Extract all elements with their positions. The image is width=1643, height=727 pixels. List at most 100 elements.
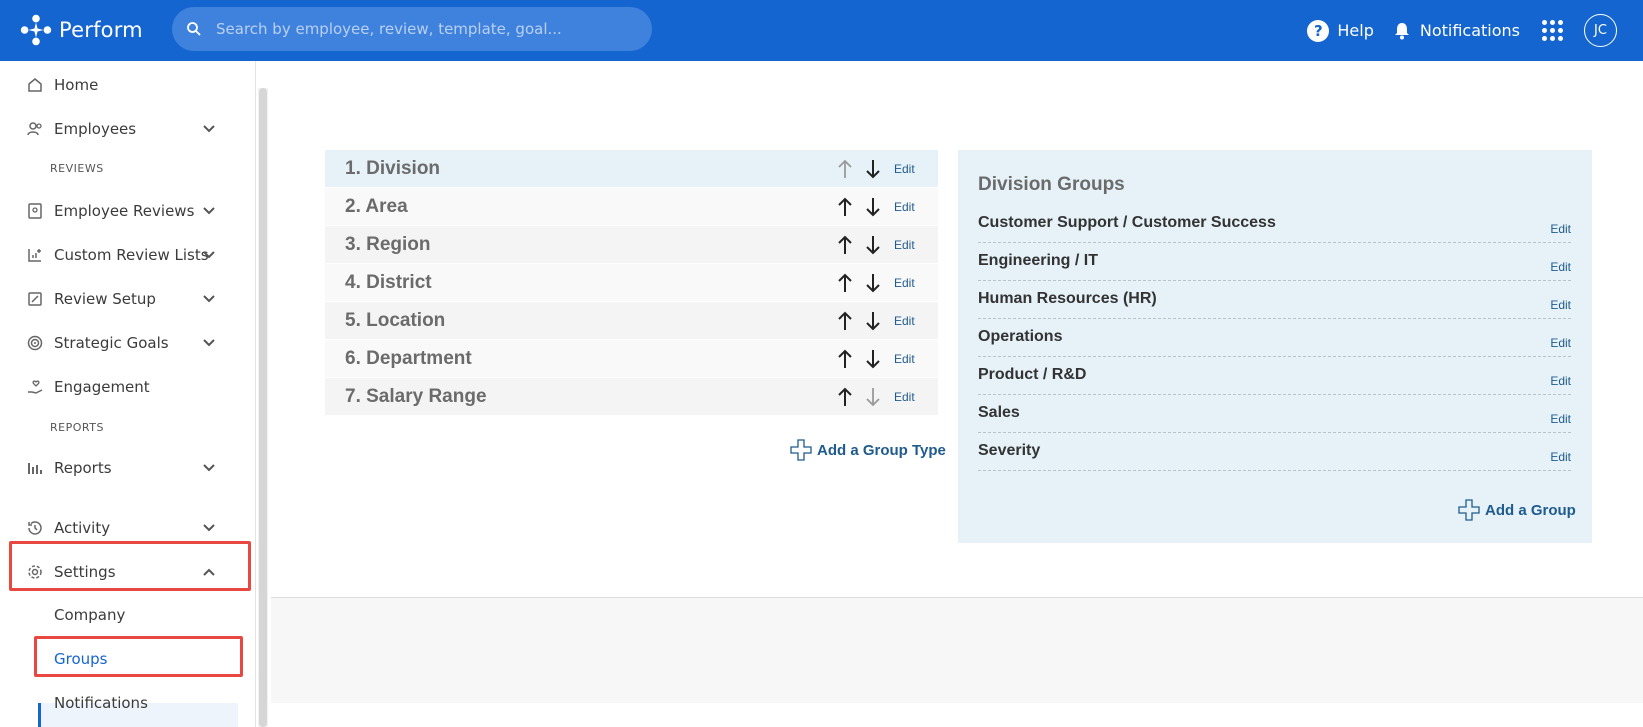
arrow-up-icon[interactable]: [836, 158, 854, 180]
main-footer-area: [271, 597, 1643, 703]
sidebar-item-employee-reviews[interactable]: Employee Reviews: [0, 191, 240, 231]
add-group-button[interactable]: Add a Group: [1457, 498, 1576, 522]
group-type-label: 3. Region: [345, 233, 431, 255]
arrow-up-icon[interactable]: [836, 386, 854, 408]
group-types-list: 1. Division Edit 2. Area Edit 3. Region …: [325, 150, 938, 416]
top-bar: Perform ? Help Notifications JC: [0, 0, 1643, 61]
group-type-label: 4. District: [345, 271, 432, 293]
sidebar-item-label: Home: [54, 76, 99, 94]
notifications-label: Notifications: [1419, 21, 1520, 40]
chevron-down-icon: [203, 207, 215, 215]
arrow-up-icon[interactable]: [836, 310, 854, 332]
division-groups-panel: Division Groups Customer Support / Custo…: [958, 150, 1592, 543]
group-item: Engineering / IT Edit: [978, 243, 1571, 281]
add-group-type-label: Add a Group Type: [817, 441, 946, 459]
search-bar[interactable]: [172, 7, 652, 51]
reviews-section-label: REVIEWS: [50, 162, 104, 175]
sidebar-item-review-setup[interactable]: Review Setup: [0, 279, 240, 319]
arrow-down-icon[interactable]: [864, 158, 882, 180]
sidebar-item-employees[interactable]: Employees: [0, 109, 240, 149]
group-edit-link[interactable]: Edit: [1550, 298, 1571, 312]
group-type-label: 7. Salary Range: [345, 385, 487, 407]
sidebar-item-label: Strategic Goals: [54, 334, 169, 352]
apps-grid-icon[interactable]: [1542, 19, 1564, 42]
group-type-row[interactable]: 7. Salary Range Edit: [325, 378, 938, 416]
group-edit-link[interactable]: Edit: [1550, 260, 1571, 274]
sidebar-scrollbar-thumb[interactable]: [259, 88, 267, 727]
arrow-down-icon[interactable]: [864, 386, 882, 408]
chevron-down-icon: [203, 295, 215, 303]
reports-section-label: REPORTS: [50, 421, 104, 434]
sidebar-item-label: Activity: [54, 519, 111, 537]
arrow-up-icon[interactable]: [836, 234, 854, 256]
chevron-down-icon: [203, 125, 215, 133]
sidebar-sub-item-company[interactable]: Company: [54, 606, 125, 624]
group-edit-link[interactable]: Edit: [1550, 336, 1571, 350]
arrow-down-icon[interactable]: [864, 196, 882, 218]
group-type-row[interactable]: 3. Region Edit: [325, 226, 938, 264]
arrow-down-icon[interactable]: [864, 234, 882, 256]
perform-logo[interactable]: Perform: [17, 10, 143, 50]
sidebar-item-reports[interactable]: Reports: [0, 448, 240, 488]
arrow-down-icon[interactable]: [864, 272, 882, 294]
sidebar-item-strategic-goals[interactable]: Strategic Goals: [0, 323, 240, 363]
group-type-label: 1. Division: [345, 157, 441, 179]
add-group-type-button[interactable]: Add a Group Type: [789, 438, 946, 462]
plus-icon: [790, 439, 812, 461]
group-edit-link[interactable]: Edit: [1550, 450, 1571, 464]
group-name: Product / R&D: [978, 366, 1087, 383]
group-item: Product / R&D Edit: [978, 357, 1571, 395]
arrow-down-icon[interactable]: [864, 348, 882, 370]
main-bottom-strip: [271, 703, 1643, 727]
help-link[interactable]: ? Help: [1307, 19, 1374, 42]
group-type-edit-link[interactable]: Edit: [894, 314, 915, 328]
sidebar-scrollbar[interactable]: [258, 88, 268, 727]
arrow-down-icon[interactable]: [864, 310, 882, 332]
arrow-up-icon[interactable]: [836, 272, 854, 294]
sidebar-item-label: Custom Review Lists: [54, 246, 209, 264]
sidebar-sub-item-notifications[interactable]: Notifications: [54, 694, 148, 712]
target-icon: [27, 335, 43, 351]
group-item: Sales Edit: [978, 395, 1571, 433]
group-type-edit-link[interactable]: Edit: [894, 162, 915, 176]
sidebar-item-custom-review-lists[interactable]: Custom Review Lists: [0, 235, 240, 275]
group-edit-link[interactable]: Edit: [1550, 374, 1571, 388]
sidebar-item-label: Employees: [54, 120, 137, 138]
group-type-row[interactable]: 2. Area Edit: [325, 188, 938, 226]
sidebar-item-label: Reports: [54, 459, 112, 477]
search-input[interactable]: [216, 20, 636, 38]
group-type-label: 2. Area: [345, 195, 408, 217]
group-type-edit-link[interactable]: Edit: [894, 276, 915, 290]
search-icon: [187, 22, 201, 36]
group-type-label: 6. Department: [345, 347, 472, 369]
group-type-edit-link[interactable]: Edit: [894, 238, 915, 252]
sidebar-item-engagement[interactable]: Engagement: [0, 367, 240, 407]
group-type-edit-link[interactable]: Edit: [894, 200, 915, 214]
group-type-row[interactable]: 1. Division Edit: [325, 150, 938, 188]
group-type-edit-link[interactable]: Edit: [894, 352, 915, 366]
chevron-down-icon: [203, 524, 215, 532]
settings-highlight-box: [9, 541, 251, 591]
sidebar-item-home[interactable]: Home: [0, 65, 240, 105]
group-type-edit-link[interactable]: Edit: [894, 390, 915, 404]
arrow-up-icon[interactable]: [836, 196, 854, 218]
chevron-down-icon: [203, 339, 215, 347]
group-type-row[interactable]: 4. District Edit: [325, 264, 938, 302]
hand-heart-icon: [28, 380, 43, 394]
sidebar: Home Employees REVIEWS Employee Reviews …: [0, 61, 256, 727]
arrow-up-icon[interactable]: [836, 348, 854, 370]
notifications-link[interactable]: Notifications: [1392, 21, 1520, 41]
group-name: Severity: [978, 442, 1041, 459]
group-edit-link[interactable]: Edit: [1550, 222, 1571, 236]
review-badge-icon: [28, 203, 42, 219]
group-type-label: 5. Location: [345, 309, 446, 331]
group-type-row[interactable]: 6. Department Edit: [325, 340, 938, 378]
group-item: Customer Support / Customer Success Edit: [978, 205, 1571, 243]
avatar[interactable]: JC: [1584, 14, 1617, 47]
group-type-row[interactable]: 5. Location Edit: [325, 302, 938, 340]
group-name: Operations: [978, 328, 1063, 345]
group-name: Engineering / IT: [978, 252, 1099, 269]
help-label: Help: [1337, 21, 1374, 40]
group-edit-link[interactable]: Edit: [1550, 412, 1571, 426]
chart-add-icon: [28, 249, 41, 262]
